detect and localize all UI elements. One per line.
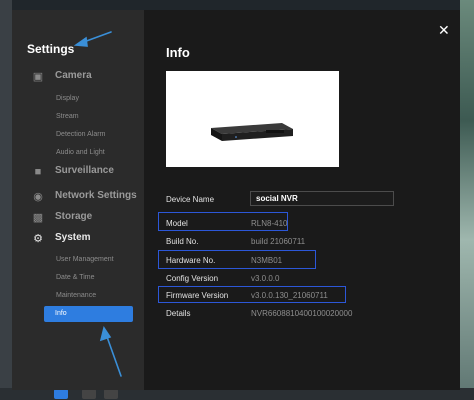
sidebar-item-label: Network Settings [55,190,137,201]
sidebar-sub-info[interactable]: Info [44,306,133,322]
sidebar-item-network-settings[interactable]: ◉ Network Settings [12,189,144,205]
gear-icon: ⚙ [33,233,43,245]
sidebar-sub-stream[interactable]: Stream [56,113,79,120]
background-camera-preview [460,0,474,400]
sidebar-sub-maintenance[interactable]: Maintenance [56,292,96,299]
sidebar-sub-audio-light[interactable]: Audio and Light [56,149,105,156]
globe-icon: ◉ [33,191,43,203]
sidebar-item-surveillance[interactable]: ■ Surveillance [12,164,144,180]
sidebar-sub-label: Info [55,310,67,317]
sidebar-title: Settings [27,42,75,56]
sidebar-item-label: Surveillance [55,165,114,176]
device-name-input[interactable] [250,191,394,206]
sidebar-item-storage[interactable]: ▩ Storage [12,210,144,226]
close-icon[interactable]: ✕ [438,23,450,37]
device-image [166,71,339,167]
device-name-label: Device Name [166,195,215,204]
info-panel: ✕ Info Device Name Model RLN8-410 Build … [144,10,460,390]
firmware-version-value: v3.0.0.130_21060711 [251,291,328,300]
settings-dialog: Settings ▣ Camera Display Stream Detecti… [12,10,460,390]
sidebar-sub-display[interactable]: Display [56,95,79,102]
sidebar-item-label: Storage [55,211,93,222]
nvr-device-icon [211,123,293,141]
model-value: RLN8-410 [251,219,288,228]
firmware-version-label: Firmware Version [166,291,229,300]
settings-sidebar: Settings ▣ Camera Display Stream Detecti… [12,10,144,390]
toolbar-skip-icon[interactable] [104,389,118,399]
page-title: Info [166,45,190,60]
background-app-left [0,0,12,400]
sidebar-sub-date-time[interactable]: Date & Time [56,274,95,281]
sidebar-item-system[interactable]: ⚙ System [12,231,144,247]
sidebar-item-label: Camera [55,70,92,81]
build-no-label: Build No. [166,237,199,246]
build-no-value: build 21060711 [251,237,306,246]
config-version-value: v3.0.0.0 [251,274,280,283]
config-version-label: Config Version [166,274,219,283]
hardware-no-label: Hardware No. [166,256,216,265]
toolbar-skip-icon[interactable] [82,389,96,399]
hardware-no-value: N3MB01 [251,256,283,265]
toolbar-back-icon[interactable] [54,389,68,399]
sidebar-item-camera[interactable]: ▣ Camera [12,69,144,85]
sidebar-item-label: System [55,232,91,243]
model-label: Model [166,219,188,228]
storage-icon: ▩ [32,212,44,224]
details-value: NVR6608810400100020000 [251,309,353,318]
sidebar-sub-detection-alarm[interactable]: Detection Alarm [56,131,105,138]
camera-icon: ▣ [32,71,44,83]
details-label: Details [166,309,191,318]
sidebar-sub-user-management[interactable]: User Management [56,256,114,263]
surveillance-icon: ■ [34,166,42,178]
